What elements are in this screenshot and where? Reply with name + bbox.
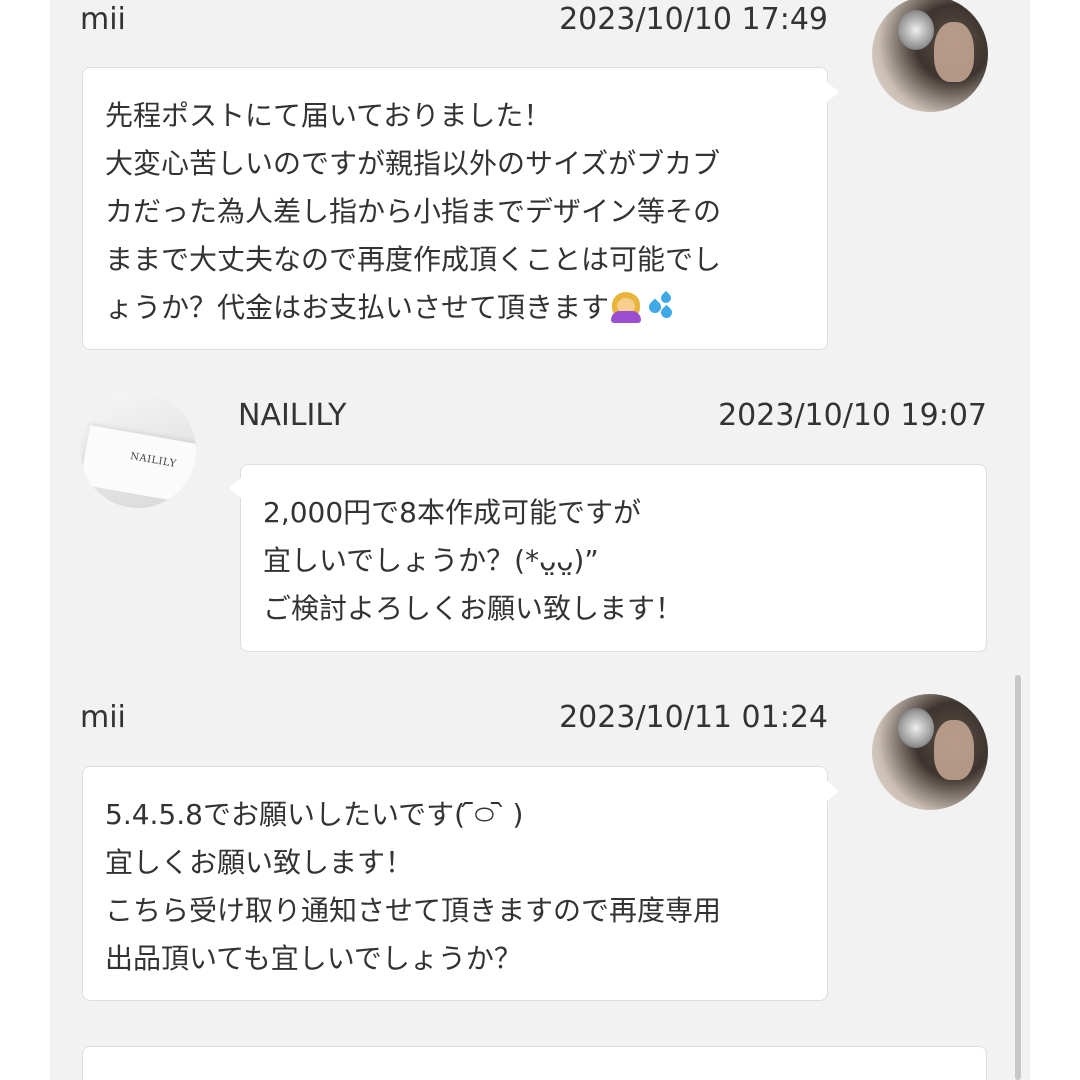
message-bubble: 先程ポストにて届いておりました！ 大変心苦しいのですが親指以外のサイズがブカブ … bbox=[82, 67, 828, 350]
bubble-tail bbox=[827, 82, 839, 102]
message-line: 宜しくお願い致します！ bbox=[105, 846, 414, 879]
woman-bowing-emoji bbox=[609, 289, 643, 323]
pet-photo-element bbox=[898, 708, 934, 748]
message-bubble: 2,000円で8本作成可能ですが 宜しいでしょうか？(*ᴗ̤ᴗ̤)” ご検討よろ… bbox=[240, 464, 987, 652]
face-photo-element bbox=[934, 22, 974, 82]
message-bubble: 5.4.5.8でお願いしたいです( ᷇࿀ ᷆ ) 宜しくお願い致します！ こちら… bbox=[82, 766, 828, 1001]
message-line: ご検討よろしくお願い致します！ bbox=[263, 592, 684, 625]
message-line-with-emoji: ょうか？代金はお支払いさせて頂きます bbox=[105, 284, 805, 332]
message-timestamp: 2023/10/11 01:24 bbox=[559, 700, 828, 735]
message-line: 先程ポストにて届いておりました！ bbox=[105, 99, 552, 132]
user-avatar[interactable] bbox=[872, 694, 988, 810]
message-line: ょうか？代金はお支払いさせて頂きます bbox=[105, 291, 610, 324]
message-line: 5.4.5.8でお願いしたいです( ᷇࿀ ᷆ ) bbox=[105, 798, 524, 831]
sender-name: mii bbox=[80, 2, 126, 37]
sweat-droplets-emoji bbox=[643, 289, 677, 323]
message-line: 大変心苦しいのですが親指以外のサイズがブカブ bbox=[105, 147, 721, 180]
message-line: ままで大丈夫なので再度作成頂くことは可能でし bbox=[105, 243, 722, 276]
left-gutter bbox=[0, 0, 50, 1080]
chat-screen: mii 2023/10/10 17:49 先程ポストにて届いておりました！ 大変… bbox=[0, 0, 1080, 1080]
bubble-tail bbox=[229, 478, 241, 498]
scrollbar[interactable] bbox=[1015, 675, 1021, 1080]
shop-avatar[interactable]: NAILILY bbox=[80, 392, 196, 508]
message-timestamp: 2023/10/10 17:49 bbox=[559, 2, 828, 37]
message-line: 宜しいでしょうか？(*ᴗ̤ᴗ̤)” bbox=[263, 544, 599, 577]
message-timestamp: 2023/10/10 19:07 bbox=[718, 398, 987, 433]
bubble-tail bbox=[827, 781, 839, 801]
message-line: 出品頂いても宜しいでしょうか？ bbox=[105, 942, 522, 975]
message-bubble-partial bbox=[82, 1046, 987, 1080]
face-photo-element bbox=[934, 720, 974, 780]
user-avatar[interactable] bbox=[872, 0, 988, 112]
sender-name: NAILILY bbox=[238, 398, 347, 433]
pet-photo-element bbox=[898, 10, 934, 50]
message-line: こちら受け取り通知させて頂きますので再度専用 bbox=[105, 894, 722, 927]
right-gutter bbox=[1030, 0, 1080, 1080]
sender-name: mii bbox=[80, 700, 126, 735]
message-line: カだった為人差し指から小指までデザイン等その bbox=[105, 195, 722, 228]
message-line: 2,000円で8本作成可能ですが bbox=[263, 496, 641, 529]
